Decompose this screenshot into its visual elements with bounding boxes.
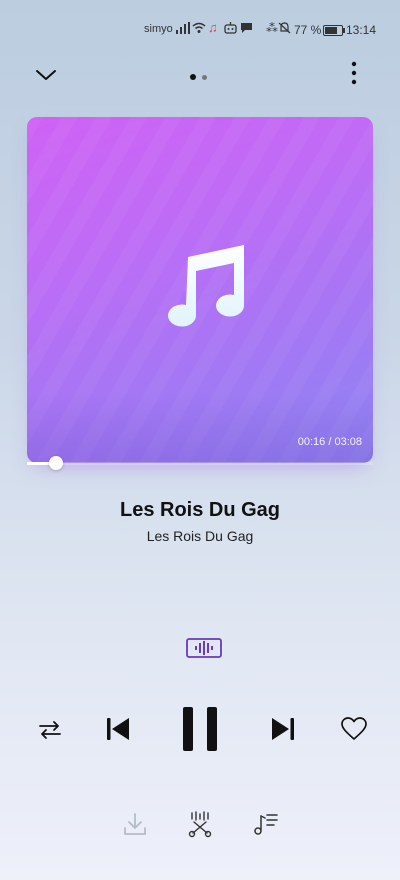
mute-icon [278, 22, 291, 34]
clock: 13:14 [346, 23, 377, 37]
audio-waveform-icon[interactable] [186, 638, 222, 658]
music-note-icon: ♫ [208, 20, 218, 35]
bluetooth-icon: ⁂ [266, 21, 278, 35]
seek-bar-thumb[interactable] [49, 456, 64, 470]
battery-percent: 77 % [294, 23, 322, 37]
chevron-down-icon[interactable] [32, 63, 60, 87]
skip-next-icon[interactable] [270, 716, 296, 742]
carrier-label: simyo [144, 23, 173, 35]
wifi-icon [192, 22, 206, 33]
repeat-icon[interactable] [37, 717, 63, 743]
page-dot-active [190, 74, 196, 80]
robot-icon [224, 22, 237, 34]
more-vertical-icon[interactable] [344, 60, 364, 88]
chat-bubble-icon [241, 23, 252, 33]
signal-icon [176, 22, 190, 34]
playlist-icon[interactable] [252, 810, 280, 838]
page-dot [202, 75, 207, 80]
battery-icon [323, 25, 345, 36]
download-icon [124, 813, 146, 835]
skip-previous-icon[interactable] [105, 716, 131, 742]
status-bar: simyo ♫ ⁂ 77 % 13:14 [0, 20, 400, 40]
seek-bar[interactable] [27, 456, 373, 470]
music-note-icon [168, 245, 245, 327]
album-artwork: 00:16 / 03:08 [27, 117, 373, 463]
artist-name[interactable]: Les Rois Du Gag [0, 528, 400, 544]
ringtone-cut-icon[interactable] [186, 810, 214, 838]
playback-time: 00:16 / 03:08 [297, 436, 362, 448]
pause-icon[interactable] [180, 706, 220, 752]
song-title: Les Rois Du Gag [119, 499, 281, 521]
heart-icon[interactable] [340, 716, 368, 742]
